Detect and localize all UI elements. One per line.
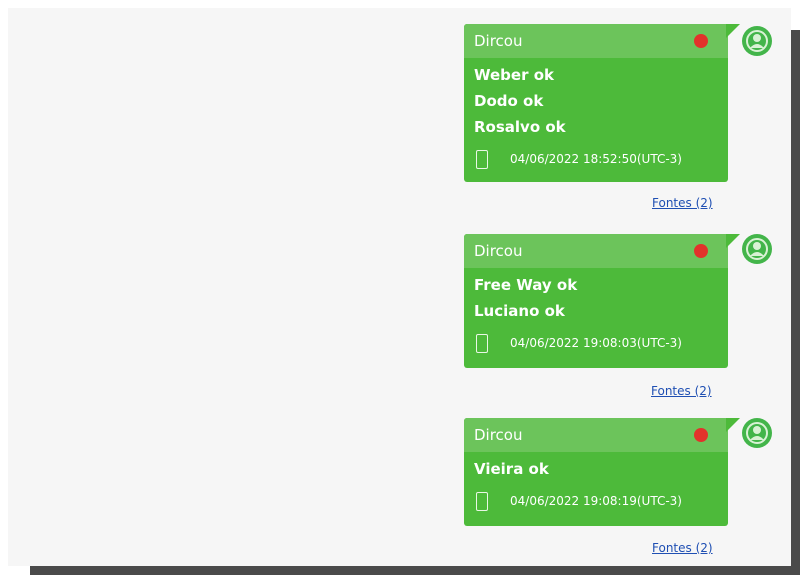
message-line: Free Way ok xyxy=(474,276,578,294)
message-line: Weber ok xyxy=(474,66,554,84)
sources-link[interactable]: Fontes (2) xyxy=(651,384,712,398)
message-line: Vieira ok xyxy=(474,460,549,478)
user-avatar-icon xyxy=(742,418,772,448)
message-line: Rosalvo ok xyxy=(474,118,566,136)
phone-icon xyxy=(476,149,488,169)
phone-icon xyxy=(476,491,488,511)
message-timestamp: 04/06/2022 19:08:19(UTC-3) xyxy=(510,494,682,508)
message-line: Dodo ok xyxy=(474,92,544,110)
message-sender: Dircou xyxy=(464,234,728,268)
message-sender: Dircou xyxy=(464,418,728,452)
message-sender: Dircou xyxy=(464,24,728,58)
user-avatar-icon xyxy=(742,234,772,264)
message-timestamp: 04/06/2022 18:52:50(UTC-3) xyxy=(510,152,682,166)
sources-link[interactable]: Fontes (2) xyxy=(652,196,713,210)
sources-link[interactable]: Fontes (2) xyxy=(652,541,713,555)
red-dot-icon xyxy=(694,34,708,48)
phone-icon xyxy=(476,333,488,353)
message-line: Luciano ok xyxy=(474,302,565,320)
message-timestamp: 04/06/2022 19:08:03(UTC-3) xyxy=(510,336,682,350)
page-shadow-right xyxy=(791,30,800,575)
bubble-tail xyxy=(726,24,740,38)
page-shadow-bottom xyxy=(30,566,800,575)
user-avatar-icon xyxy=(742,26,772,56)
red-dot-icon xyxy=(694,244,708,258)
red-dot-icon xyxy=(694,428,708,442)
message-bubble[interactable]: Dircou Weber ok Dodo ok Rosalvo ok 04/06… xyxy=(464,24,740,182)
message-bubble[interactable]: Dircou Free Way ok Luciano ok 04/06/2022… xyxy=(464,234,740,368)
bubble-tail xyxy=(726,234,740,248)
bubble-tail xyxy=(726,418,740,432)
message-bubble[interactable]: Dircou Vieira ok 04/06/2022 19:08:19(UTC… xyxy=(464,418,740,526)
